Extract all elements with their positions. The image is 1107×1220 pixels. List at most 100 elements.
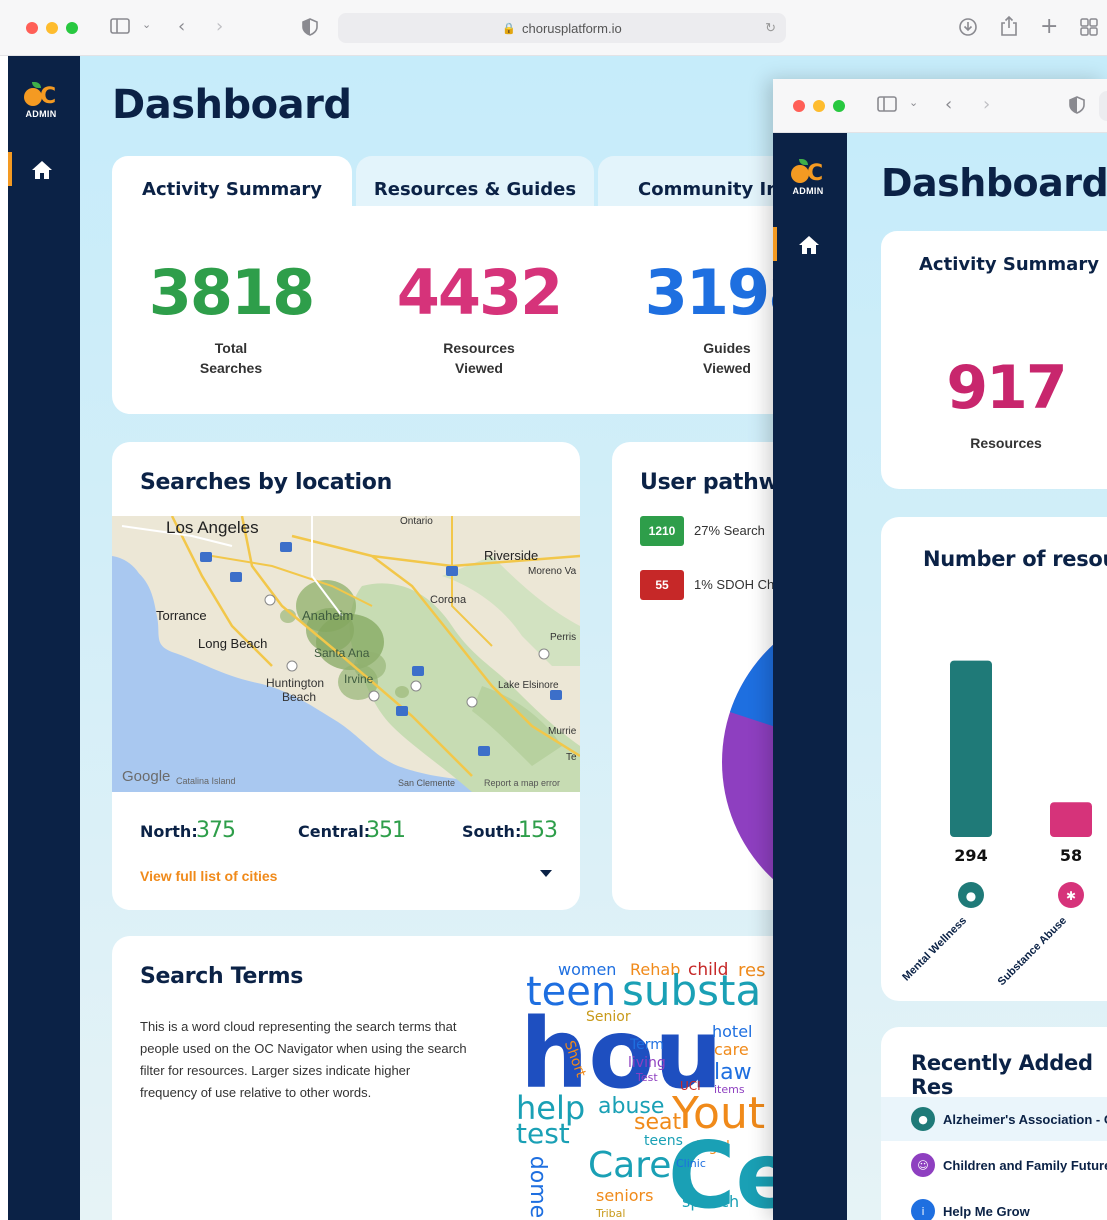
word-cloud-term: Tribal <box>596 1207 626 1220</box>
view-cities-link[interactable]: View full list of cities <box>140 868 277 884</box>
report-map-error-link[interactable]: Report a map error <box>484 778 560 788</box>
searches-by-location-title: Searches by location <box>140 470 392 495</box>
app-logo[interactable]: C ADMIN <box>22 82 60 119</box>
total-searches-label: Total Searches <box>199 340 263 376</box>
chevron-down-icon[interactable]: ⌄ <box>909 96 918 109</box>
close-window-button[interactable] <box>26 21 38 34</box>
map-label-los-angeles: Los Angeles <box>166 518 259 537</box>
resources-chart-title: Number of resourc <box>923 547 1107 571</box>
recent-item[interactable]: i Help Me Grow <box>911 1199 1030 1220</box>
resources-label: Resources <box>970 435 1042 451</box>
download-icon[interactable] <box>958 17 978 37</box>
info-icon: i <box>911 1199 935 1220</box>
new-tab-icon[interactable]: + <box>1040 14 1058 39</box>
front-window-controls <box>793 99 845 112</box>
map-label-huntington: Huntington <box>266 676 325 690</box>
forward-button[interactable]: › <box>216 16 223 37</box>
map-label-beach: Beach <box>282 690 317 704</box>
map-label-murrieta: Murrie <box>548 726 577 737</box>
map-label-temecula: Te <box>566 752 577 763</box>
tab-overview-icon[interactable] <box>1080 18 1098 36</box>
bar <box>1050 802 1092 837</box>
map-label-santa-ana: Santa Ana <box>314 646 370 660</box>
resources-viewed-label: Resources Viewed <box>443 340 515 376</box>
resources-bar-chart: 294 ● Mental Wellness 58 ✱ Substance Abuse <box>900 660 1092 988</box>
sidebar: C ADMIN <box>8 56 80 1220</box>
word-cloud-term: test <box>516 1117 570 1150</box>
word-cloud-term: dome <box>525 1155 551 1219</box>
app-logo[interactable]: C ADMIN <box>789 159 827 196</box>
word-cloud-term: speech <box>682 1192 740 1211</box>
sidebar-toggle-icon[interactable] <box>877 96 897 112</box>
word-cloud-term: hotel <box>712 1022 753 1041</box>
privacy-shield-icon[interactable] <box>302 18 318 36</box>
search-terms-description: This is a word cloud representing the se… <box>140 1019 467 1100</box>
front-page-title: Dashboard <box>881 161 1107 205</box>
home-icon[interactable] <box>28 156 56 184</box>
recent-item[interactable]: ● Alzheimer's Association - O <box>911 1107 1107 1131</box>
maximize-window-button[interactable] <box>833 99 845 112</box>
sidebar-toggle-icon[interactable] <box>110 18 130 34</box>
recently-added-card: Recently Added Res ● Alzheimer's Associa… <box>881 1027 1107 1220</box>
active-nav-indicator <box>8 152 12 186</box>
maximize-window-button[interactable] <box>66 21 78 34</box>
minimize-window-button[interactable] <box>46 21 58 34</box>
word-cloud-term: Term <box>630 1037 664 1053</box>
back-button[interactable]: ‹ <box>945 94 952 115</box>
bar-value-label: 294 <box>954 846 987 865</box>
south-value: 153 <box>518 818 558 843</box>
wellness-icon-glyph: ● <box>966 889 976 903</box>
north-label: North: <box>140 822 198 841</box>
resources-value: 917 <box>946 353 1067 423</box>
word-cloud-term: care <box>714 1040 749 1059</box>
searches-map[interactable]: Los Angeles Ontario Riverside Moreno Va … <box>112 516 580 792</box>
url-text: chorusplatform.io <box>521 20 622 36</box>
word-cloud-term: Test <box>636 1071 658 1084</box>
reload-icon[interactable]: ↻ <box>765 20 776 36</box>
privacy-shield-icon[interactable] <box>1069 96 1085 114</box>
word-cloud-term: Clinic <box>676 1157 706 1170</box>
browser-toolbar: ⌄ ‹ › 🔒 chorusplatform.io ↻ + <box>0 0 1107 56</box>
bar-value-label: 58 <box>1060 846 1082 865</box>
logo-admin-text: ADMIN <box>25 109 57 119</box>
recent-item[interactable]: ☺ Children and Family Future <box>911 1153 1107 1177</box>
north-value: 375 <box>196 818 236 843</box>
home-icon[interactable] <box>795 231 823 259</box>
recently-added-title: Recently Added Res <box>911 1051 1093 1099</box>
pathway-sdoh-badge: 55 <box>640 570 684 600</box>
word-cloud: women Rehab child res teen substa Senior… <box>516 962 776 1220</box>
map-label-corona: Corona <box>430 594 467 606</box>
share-icon[interactable] <box>1000 15 1018 37</box>
search-terms-title: Search Terms <box>140 964 304 989</box>
lock-icon: 🔒 <box>502 22 516 35</box>
word-cloud-term: Care <box>588 1145 672 1186</box>
map-label-irvine: Irvine <box>344 672 374 686</box>
logo-admin-text: ADMIN <box>792 186 824 196</box>
map-label-moreno-valley: Moreno Va <box>528 566 577 577</box>
front-window: ⌄ ‹ › C ADMIN Dashboard Activity Summary… <box>773 79 1107 1220</box>
pin-icon: ● <box>911 1107 935 1131</box>
screenshot: ⌄ ‹ › 🔒 chorusplatform.io ↻ + C ADMIN Da… <box>0 0 1107 1220</box>
word-cloud-term: items <box>714 1083 745 1096</box>
resources-viewed-value: 4432 <box>396 256 564 329</box>
front-sidebar: C ADMIN <box>773 133 847 1220</box>
map-label-long-beach: Long Beach <box>198 636 268 651</box>
recent-item-label: Children and Family Future <box>943 1157 1107 1173</box>
recent-item-label: Help Me Grow <box>943 1203 1030 1219</box>
minimize-window-button[interactable] <box>813 99 825 112</box>
forward-button[interactable]: › <box>983 94 990 115</box>
address-bar[interactable]: 🔒 chorusplatform.io ↻ <box>338 13 786 43</box>
front-address-bar[interactable] <box>1099 91 1107 121</box>
chevron-down-icon[interactable]: ⌄ <box>142 18 151 31</box>
map-label-san-clemente: San Clemente <box>398 778 456 788</box>
stats-card: 3818 Total Searches 4432 Resources Viewed … <box>112 206 832 414</box>
map-label-catalina: Catalina Island <box>176 776 236 786</box>
map-label-perris: Perris <box>550 632 577 643</box>
close-window-button[interactable] <box>793 99 805 112</box>
back-button[interactable]: ‹ <box>178 16 185 37</box>
chevron-down-icon[interactable] <box>540 870 552 877</box>
word-cloud-term: UCI <box>680 1079 701 1093</box>
map-label-ontario: Ontario <box>400 516 433 527</box>
searches-by-location-card: Searches by location Los Angeles Ontario… <box>112 442 580 910</box>
map-label-lake-elsinore: Lake Elsinore <box>498 680 559 691</box>
